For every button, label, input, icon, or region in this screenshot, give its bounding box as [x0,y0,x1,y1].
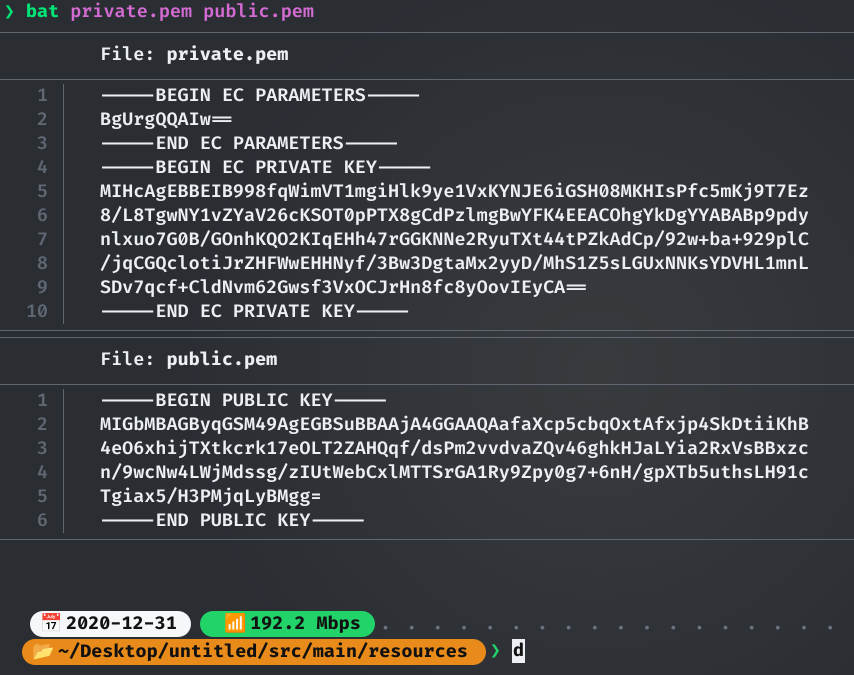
code-line: MIHcAgEBBEIB998fqWimVT1mgiHlk9ye1VxKYNJE… [80,180,854,204]
code-line: BgUrgQQAIw== [80,108,854,132]
file-label: File: [100,348,166,371]
terminal[interactable]: ❯ bat private.pem public.pem File: priva… [0,0,854,540]
prompt-arrow-secondary: ❯ [490,639,501,663]
code-line: -----BEGIN PUBLIC KEY----- [80,389,854,413]
code-row: 6 8/L8TgwNY1vZYaV26cKSOT0pPTX8gCdPzlmgBwY… [0,204,854,228]
gutter-bar [60,108,80,132]
divider [0,337,854,338]
line-number: 5 [0,485,60,509]
status-dots: · · · · · · · · · · · · · · · · · · · · … [380,617,850,641]
prompt-arrow: ❯ [4,0,15,23]
gutter-bar [60,252,80,276]
status-net-pill: 📶 192.2 Mbps [200,611,375,637]
code-line: -----END EC PRIVATE KEY----- [80,300,854,324]
code-row: 5 MIHcAgEBBEIB998fqWimVT1mgiHlk9ye1VxKYNJ… [0,180,854,204]
code-row: 2 BgUrgQQAIw== [0,108,854,132]
folder-icon: 📂 [32,640,50,664]
divider [0,330,854,331]
gutter-bar [60,389,80,413]
line-number: 2 [0,413,60,437]
line-number: 8 [0,252,60,276]
gutter-bar [60,132,80,156]
file-header: File: private.pem [0,37,854,73]
code-row: 10 -----END EC PRIVATE KEY----- [0,300,854,324]
code-row: 4 n/9wcNw4LWjMdssg/zIUtWebCxlMTTSrGA1Ry9Z… [0,461,854,485]
line-number: 6 [0,204,60,228]
gutter-bar [60,485,80,509]
gutter-bar [60,437,80,461]
divider [0,79,854,80]
code-block: 1 -----BEGIN EC PARAMETERS----- 2 BgUrgQQAI… [0,84,854,324]
divider [0,384,854,385]
code-line: -----END PUBLIC KEY----- [80,509,854,533]
divider [0,539,854,540]
code-row: 9 SDv7qcf+CldNvm62Gwsf3VxOCJrHn8fc8yOovIE… [0,276,854,300]
status-date-pill: 📅 2020-12-31 [30,611,191,637]
divider [0,32,854,33]
command-line: ❯ bat private.pem public.pem [0,0,854,26]
gutter-bar [60,156,80,180]
code-line: 8/L8TgwNY1vZYaV26cKSOT0pPTX8gCdPzlmgBwYF… [80,204,854,228]
gutter-bar [60,204,80,228]
code-row: 6 -----END PUBLIC KEY----- [0,509,854,533]
code-row: 4 -----BEGIN EC PRIVATE KEY----- [0,156,854,180]
code-line: n/9wcNw4LWjMdssg/zIUtWebCxlMTTSrGA1Ry9Zp… [80,461,854,485]
status-date: 2020-12-31 [66,612,177,636]
code-row: 3 -----END EC PARAMETERS----- [0,132,854,156]
line-number: 4 [0,156,60,180]
code-row: 1 -----BEGIN EC PARAMETERS----- [0,84,854,108]
code-row: 3 4eO6xhijTXtkcrk17eOLT2ZAHQqf/dsPm2vvdva… [0,437,854,461]
gutter-bar [60,461,80,485]
status-path: ~/Desktop/untitled/src/main/resources [58,640,468,664]
gutter-bar [60,413,80,437]
command-args: private.pem public.pem [70,0,314,23]
line-number: 2 [0,108,60,132]
code-block: 1 -----BEGIN PUBLIC KEY----- 2 MIGbMBAGByqG… [0,389,854,533]
file-header: File: public.pem [0,342,854,378]
code-row: 1 -----BEGIN PUBLIC KEY----- [0,389,854,413]
line-number: 6 [0,509,60,533]
gutter-bar [60,300,80,324]
gutter-bar [60,84,80,108]
code-row: 5 Tgiax5/H3PMjqLyBMgg= [0,485,854,509]
status-path-pill: 📂 ~/Desktop/untitled/src/main/resources [22,639,486,665]
code-line: -----END EC PARAMETERS----- [80,132,854,156]
code-line: /jqCGQclotiJrZHFWwEHHNyf/3Bw3DgtaMx2yyD/… [80,252,854,276]
line-number: 4 [0,461,60,485]
wifi-icon: 📶 [224,612,242,636]
code-row: 2 MIGbMBAGByqGSM49AgEGBSuBBAAjA4GGAAQAafa… [0,413,854,437]
status-net: 192.2 Mbps [250,612,361,636]
line-number: 1 [0,84,60,108]
calendar-icon: 📅 [40,612,58,636]
typed-input[interactable]: d [512,639,525,663]
command-name: bat [26,0,59,23]
gutter-bar [60,509,80,533]
line-number: 1 [0,389,60,413]
code-line: nlxuo7G0B/GOnhKQO2KIqEHh47rGGKNNe2RyuTXt… [80,228,854,252]
code-line: -----BEGIN EC PRIVATE KEY----- [80,156,854,180]
gutter-bar [60,180,80,204]
file-name: private.pem [166,43,288,66]
gutter-bar [60,276,80,300]
line-number: 10 [0,300,60,324]
code-line: Tgiax5/H3PMjqLyBMgg= [80,485,854,509]
status-bar: · · · · · · · · · · · · · · · · · · · · … [0,611,854,667]
file-label: File: [100,43,166,66]
line-number: 9 [0,276,60,300]
line-number: 5 [0,180,60,204]
line-number: 3 [0,437,60,461]
code-line: MIGbMBAGByqGSM49AgEGBSuBBAAjA4GGAAQAafaX… [80,413,854,437]
code-line: SDv7qcf+CldNvm62Gwsf3VxOCJrHn8fc8yOovIEy… [80,276,854,300]
code-row: 8/jqCGQclotiJrZHFWwEHHNyf/3Bw3DgtaMx2yyD… [0,252,854,276]
code-row: 7 nlxuo7G0B/GOnhKQO2KIqEHh47rGGKNNe2RyuTX… [0,228,854,252]
line-number: 3 [0,132,60,156]
file-name: public.pem [166,348,277,371]
line-number: 7 [0,228,60,252]
code-line: -----BEGIN EC PARAMETERS----- [80,84,854,108]
code-line: 4eO6xhijTXtkcrk17eOLT2ZAHQqf/dsPm2vvdvaZ… [80,437,854,461]
gutter-bar [60,228,80,252]
